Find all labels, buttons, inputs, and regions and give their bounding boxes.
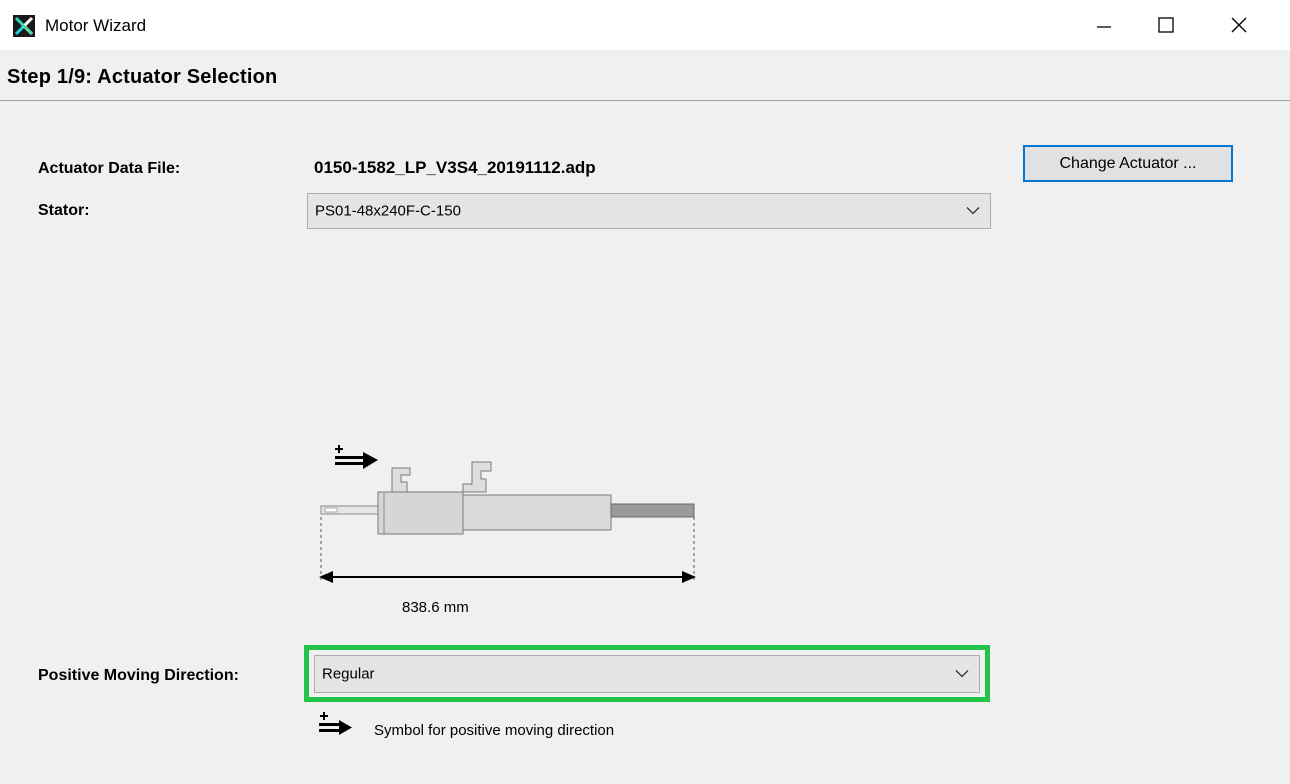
title-bar: Motor Wizard [0, 0, 1290, 50]
positive-moving-direction-label: Positive Moving Direction: [38, 667, 239, 684]
actuator-data-file-value: 0150-1582_LP_V3S4_20191112.adp [314, 158, 596, 177]
window-title: Motor Wizard [45, 16, 147, 35]
actuator-length-label: 838.6 mm [402, 599, 469, 616]
close-icon [1231, 17, 1247, 33]
maximize-icon [1158, 17, 1174, 33]
motor-wizard-app-icon [13, 15, 35, 37]
direction-selected-value: Regular [322, 665, 375, 683]
step-header: Step 1/9: Actuator Selection [0, 54, 1290, 101]
stator-dropdown[interactable]: PS01-48x240F-C-150 [307, 193, 991, 229]
change-actuator-button[interactable]: Change Actuator ... [1023, 145, 1233, 182]
maximize-button[interactable] [1135, 0, 1197, 50]
stator-label: Stator: [38, 202, 90, 219]
positive-direction-arrow-icon [335, 445, 378, 469]
chevron-down-icon [966, 207, 980, 215]
positive-direction-symbol-icon [319, 712, 352, 735]
actuator-diagram [319, 445, 696, 583]
actuator-data-file-label: Actuator Data File: [38, 160, 181, 177]
step-title: Step 1/9: Actuator Selection [7, 66, 278, 88]
close-button[interactable] [1208, 0, 1270, 50]
minimize-icon [1097, 26, 1111, 28]
motor-wizard-window: Motor Wizard Step 1/9: Actuator Selectio… [0, 0, 1290, 784]
positive-direction-symbol-text: Symbol for positive moving direction [374, 722, 615, 739]
positive-moving-direction-dropdown[interactable]: Regular [314, 655, 980, 693]
stator-selected-value: PS01-48x240F-C-150 [315, 202, 461, 220]
chevron-down-icon [955, 670, 969, 678]
minimize-button[interactable] [1073, 0, 1135, 50]
